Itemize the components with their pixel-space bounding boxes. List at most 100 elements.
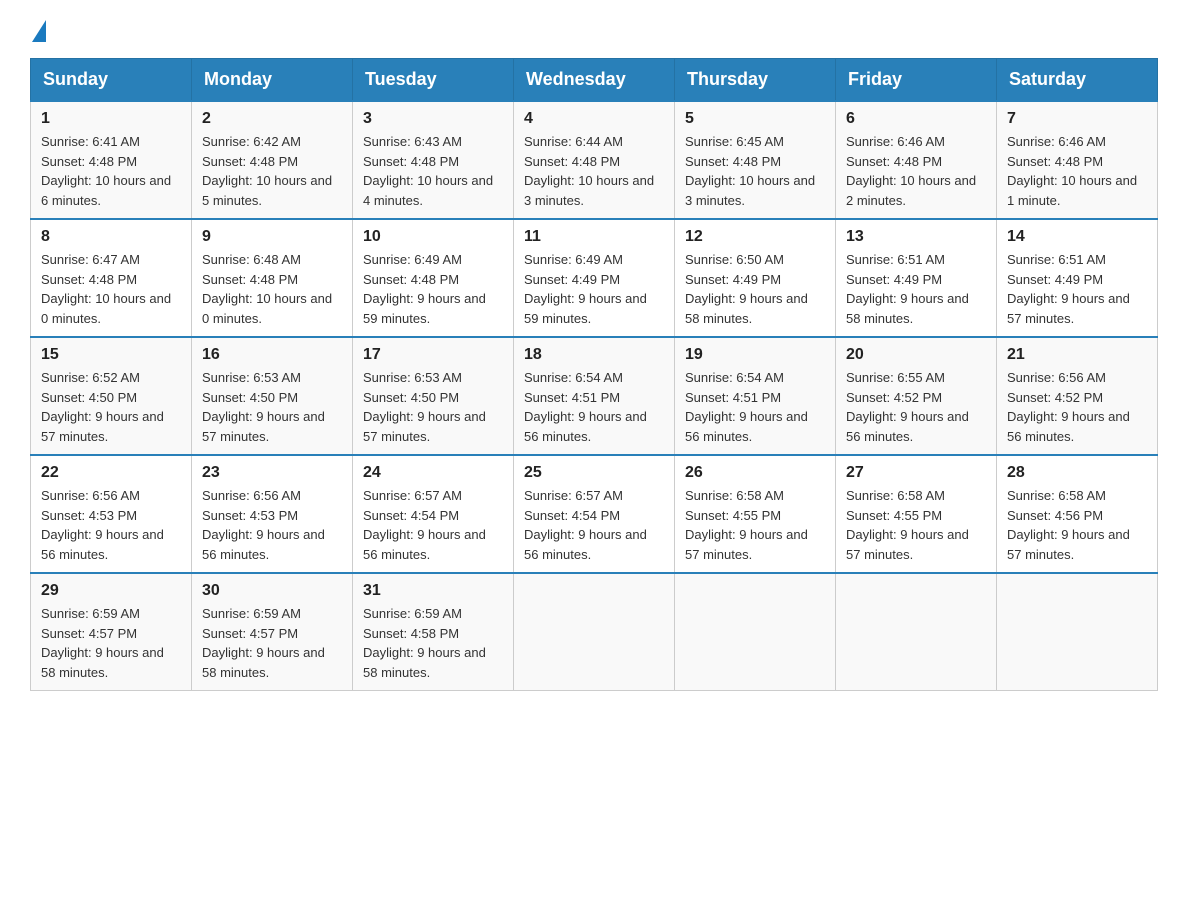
calendar-cell: 25 Sunrise: 6:57 AMSunset: 4:54 PMDaylig…	[514, 455, 675, 573]
calendar-cell: 27 Sunrise: 6:58 AMSunset: 4:55 PMDaylig…	[836, 455, 997, 573]
page-header	[30, 20, 1158, 38]
day-number: 30	[202, 582, 342, 600]
calendar-cell: 23 Sunrise: 6:56 AMSunset: 4:53 PMDaylig…	[192, 455, 353, 573]
day-header-friday: Friday	[836, 59, 997, 102]
day-number: 6	[846, 110, 986, 128]
day-info: Sunrise: 6:56 AMSunset: 4:53 PMDaylight:…	[202, 486, 342, 564]
day-header-saturday: Saturday	[997, 59, 1158, 102]
days-of-week-row: SundayMondayTuesdayWednesdayThursdayFrid…	[31, 59, 1158, 102]
calendar-cell: 10 Sunrise: 6:49 AMSunset: 4:48 PMDaylig…	[353, 219, 514, 337]
day-info: Sunrise: 6:49 AMSunset: 4:49 PMDaylight:…	[524, 250, 664, 328]
day-number: 26	[685, 464, 825, 482]
day-info: Sunrise: 6:42 AMSunset: 4:48 PMDaylight:…	[202, 132, 342, 210]
calendar-cell: 15 Sunrise: 6:52 AMSunset: 4:50 PMDaylig…	[31, 337, 192, 455]
day-number: 13	[846, 228, 986, 246]
day-number: 18	[524, 346, 664, 364]
day-info: Sunrise: 6:46 AMSunset: 4:48 PMDaylight:…	[1007, 132, 1147, 210]
calendar-cell: 11 Sunrise: 6:49 AMSunset: 4:49 PMDaylig…	[514, 219, 675, 337]
week-row-1: 1 Sunrise: 6:41 AMSunset: 4:48 PMDayligh…	[31, 101, 1158, 219]
day-number: 29	[41, 582, 181, 600]
day-info: Sunrise: 6:53 AMSunset: 4:50 PMDaylight:…	[202, 368, 342, 446]
week-row-4: 22 Sunrise: 6:56 AMSunset: 4:53 PMDaylig…	[31, 455, 1158, 573]
day-number: 7	[1007, 110, 1147, 128]
day-number: 28	[1007, 464, 1147, 482]
day-number: 27	[846, 464, 986, 482]
day-header-monday: Monday	[192, 59, 353, 102]
day-number: 25	[524, 464, 664, 482]
calendar-body: 1 Sunrise: 6:41 AMSunset: 4:48 PMDayligh…	[31, 101, 1158, 691]
calendar-header: SundayMondayTuesdayWednesdayThursdayFrid…	[31, 59, 1158, 102]
day-header-wednesday: Wednesday	[514, 59, 675, 102]
day-number: 22	[41, 464, 181, 482]
day-header-tuesday: Tuesday	[353, 59, 514, 102]
calendar-cell: 20 Sunrise: 6:55 AMSunset: 4:52 PMDaylig…	[836, 337, 997, 455]
logo-general-text	[30, 20, 46, 38]
calendar-cell: 22 Sunrise: 6:56 AMSunset: 4:53 PMDaylig…	[31, 455, 192, 573]
day-number: 15	[41, 346, 181, 364]
week-row-2: 8 Sunrise: 6:47 AMSunset: 4:48 PMDayligh…	[31, 219, 1158, 337]
day-info: Sunrise: 6:59 AMSunset: 4:58 PMDaylight:…	[363, 604, 503, 682]
day-header-thursday: Thursday	[675, 59, 836, 102]
day-info: Sunrise: 6:51 AMSunset: 4:49 PMDaylight:…	[846, 250, 986, 328]
day-header-sunday: Sunday	[31, 59, 192, 102]
day-number: 19	[685, 346, 825, 364]
calendar-cell: 31 Sunrise: 6:59 AMSunset: 4:58 PMDaylig…	[353, 573, 514, 691]
day-info: Sunrise: 6:51 AMSunset: 4:49 PMDaylight:…	[1007, 250, 1147, 328]
calendar-cell	[997, 573, 1158, 691]
calendar-cell: 24 Sunrise: 6:57 AMSunset: 4:54 PMDaylig…	[353, 455, 514, 573]
day-info: Sunrise: 6:43 AMSunset: 4:48 PMDaylight:…	[363, 132, 503, 210]
calendar-cell: 3 Sunrise: 6:43 AMSunset: 4:48 PMDayligh…	[353, 101, 514, 219]
day-info: Sunrise: 6:52 AMSunset: 4:50 PMDaylight:…	[41, 368, 181, 446]
logo-triangle-icon	[32, 20, 46, 42]
day-number: 10	[363, 228, 503, 246]
day-info: Sunrise: 6:55 AMSunset: 4:52 PMDaylight:…	[846, 368, 986, 446]
day-info: Sunrise: 6:58 AMSunset: 4:55 PMDaylight:…	[846, 486, 986, 564]
day-number: 2	[202, 110, 342, 128]
calendar-cell: 26 Sunrise: 6:58 AMSunset: 4:55 PMDaylig…	[675, 455, 836, 573]
week-row-3: 15 Sunrise: 6:52 AMSunset: 4:50 PMDaylig…	[31, 337, 1158, 455]
day-number: 31	[363, 582, 503, 600]
calendar-cell: 1 Sunrise: 6:41 AMSunset: 4:48 PMDayligh…	[31, 101, 192, 219]
calendar-cell: 8 Sunrise: 6:47 AMSunset: 4:48 PMDayligh…	[31, 219, 192, 337]
calendar-cell: 2 Sunrise: 6:42 AMSunset: 4:48 PMDayligh…	[192, 101, 353, 219]
day-info: Sunrise: 6:59 AMSunset: 4:57 PMDaylight:…	[202, 604, 342, 682]
calendar-cell: 16 Sunrise: 6:53 AMSunset: 4:50 PMDaylig…	[192, 337, 353, 455]
calendar-cell: 29 Sunrise: 6:59 AMSunset: 4:57 PMDaylig…	[31, 573, 192, 691]
calendar-cell	[514, 573, 675, 691]
calendar-cell	[836, 573, 997, 691]
day-info: Sunrise: 6:45 AMSunset: 4:48 PMDaylight:…	[685, 132, 825, 210]
day-info: Sunrise: 6:53 AMSunset: 4:50 PMDaylight:…	[363, 368, 503, 446]
day-info: Sunrise: 6:58 AMSunset: 4:55 PMDaylight:…	[685, 486, 825, 564]
day-number: 20	[846, 346, 986, 364]
logo	[30, 20, 46, 38]
day-number: 4	[524, 110, 664, 128]
day-number: 21	[1007, 346, 1147, 364]
day-info: Sunrise: 6:50 AMSunset: 4:49 PMDaylight:…	[685, 250, 825, 328]
day-number: 3	[363, 110, 503, 128]
day-number: 9	[202, 228, 342, 246]
day-number: 8	[41, 228, 181, 246]
calendar-cell: 13 Sunrise: 6:51 AMSunset: 4:49 PMDaylig…	[836, 219, 997, 337]
day-info: Sunrise: 6:41 AMSunset: 4:48 PMDaylight:…	[41, 132, 181, 210]
calendar-cell: 14 Sunrise: 6:51 AMSunset: 4:49 PMDaylig…	[997, 219, 1158, 337]
day-number: 17	[363, 346, 503, 364]
day-info: Sunrise: 6:59 AMSunset: 4:57 PMDaylight:…	[41, 604, 181, 682]
calendar-cell: 4 Sunrise: 6:44 AMSunset: 4:48 PMDayligh…	[514, 101, 675, 219]
day-info: Sunrise: 6:56 AMSunset: 4:53 PMDaylight:…	[41, 486, 181, 564]
day-info: Sunrise: 6:49 AMSunset: 4:48 PMDaylight:…	[363, 250, 503, 328]
calendar-cell: 30 Sunrise: 6:59 AMSunset: 4:57 PMDaylig…	[192, 573, 353, 691]
day-info: Sunrise: 6:46 AMSunset: 4:48 PMDaylight:…	[846, 132, 986, 210]
day-number: 16	[202, 346, 342, 364]
calendar-cell: 12 Sunrise: 6:50 AMSunset: 4:49 PMDaylig…	[675, 219, 836, 337]
day-number: 11	[524, 228, 664, 246]
day-info: Sunrise: 6:57 AMSunset: 4:54 PMDaylight:…	[363, 486, 503, 564]
day-info: Sunrise: 6:56 AMSunset: 4:52 PMDaylight:…	[1007, 368, 1147, 446]
calendar-cell: 17 Sunrise: 6:53 AMSunset: 4:50 PMDaylig…	[353, 337, 514, 455]
day-number: 12	[685, 228, 825, 246]
day-number: 23	[202, 464, 342, 482]
day-info: Sunrise: 6:54 AMSunset: 4:51 PMDaylight:…	[685, 368, 825, 446]
calendar-table: SundayMondayTuesdayWednesdayThursdayFrid…	[30, 58, 1158, 691]
week-row-5: 29 Sunrise: 6:59 AMSunset: 4:57 PMDaylig…	[31, 573, 1158, 691]
calendar-cell: 28 Sunrise: 6:58 AMSunset: 4:56 PMDaylig…	[997, 455, 1158, 573]
calendar-cell	[675, 573, 836, 691]
